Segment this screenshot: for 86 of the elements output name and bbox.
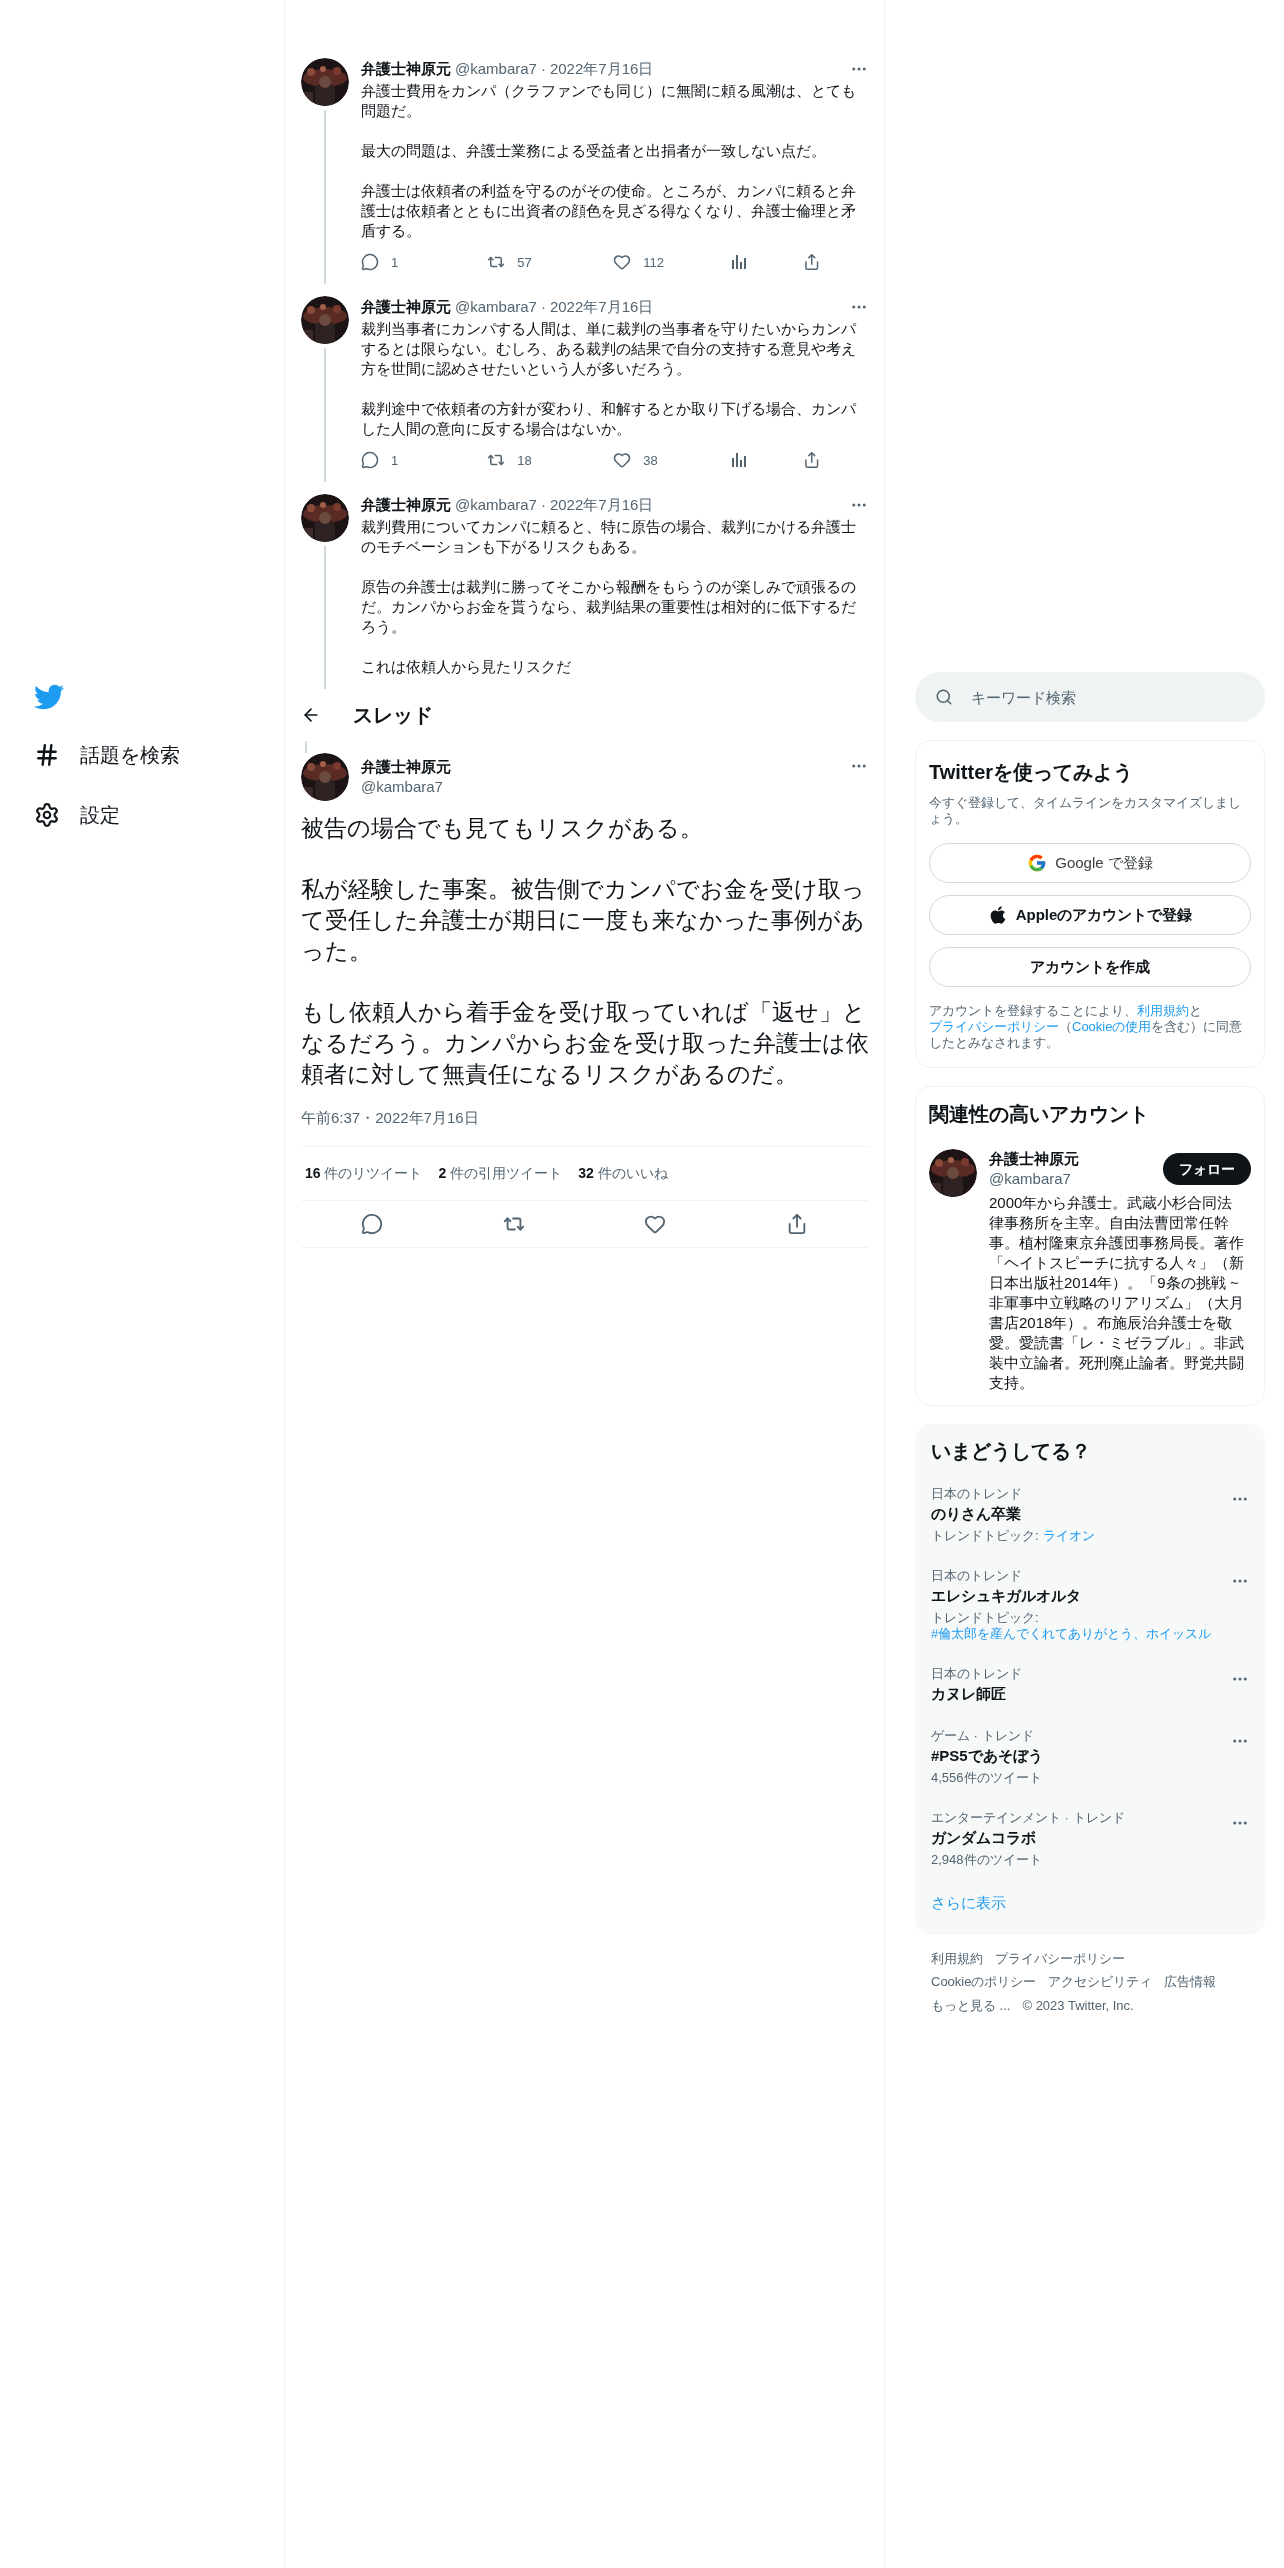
trend-topic-label: トレンドトピック: — [931, 1528, 1039, 1544]
footer-link[interactable]: Cookieのポリシー — [931, 1972, 1037, 1992]
footer-link[interactable]: プライバシーポリシー — [995, 1948, 1125, 1968]
reply-icon[interactable] — [360, 1212, 383, 1235]
footer-link[interactable]: 利用規約 — [931, 1948, 983, 1968]
settings-icon[interactable] — [34, 802, 60, 828]
trend-context: 日本のトレンド — [931, 1486, 1023, 1502]
tweet-date[interactable]: 2022年7月16日 — [549, 494, 654, 517]
card-title: いまどうしてる？ — [930, 1439, 1092, 1464]
author-handle[interactable]: @kambara7 — [455, 296, 537, 319]
hashtag-icon[interactable] — [34, 742, 60, 768]
like-count: 38 — [643, 451, 658, 470]
chart-icon[interactable] — [729, 253, 748, 272]
retweet-count: 18 — [517, 451, 532, 470]
tweet-text: 弁護士は依頼者の利益を守るのがその使命。ところが、カンパに頼ると弁護士は依頼者とともに出資者の顔色を見ざる得なくなり、弁護士倫理と矛盾する。 — [361, 180, 857, 241]
legal-notice: アカウントを登録することにより、利用規約 と プライバシーポリシー（Cookieの使用を含む）に同意したとみなされます。 — [929, 1003, 1244, 1051]
tweet-text: 弁護士費用をカンパ（クラファンでも同じ）に無闇に頼る風潮は、とても問題だ。 — [361, 80, 857, 121]
account-handle[interactable]: @kambara7 — [989, 1169, 1079, 1189]
tweet-text: 裁判途中で依頼者の方針が変わり、和解するとか取り下げる場合、カンパした人間の意向に反する場合はないか。 — [361, 398, 857, 439]
like-count: 112 — [643, 253, 665, 272]
account-name[interactable]: 弁護士神原元 — [989, 1149, 1079, 1169]
tweet-text: 私が経験した事案。被告側でカンパでお金を受け取って受任した弁護士が期日に一度も来なかった事例があった。 — [301, 874, 866, 966]
reply-icon[interactable] — [361, 253, 379, 272]
share-icon[interactable] — [802, 253, 820, 272]
tweet-text: これは依頼人から見たリスクだ — [361, 656, 572, 677]
nav-item[interactable]: 設定 — [80, 800, 120, 830]
tweet-date[interactable]: 2022年7月16日 — [549, 296, 654, 319]
tweet-text: 原告の弁護士は裁判に勝ってそこから報酬をもらうのが楽しみで頑張るのだ。カンパからお金を貰うなら、裁判結果の重要性は相対的に低下するだろう。 — [361, 576, 857, 637]
google-icon — [1027, 853, 1048, 873]
author-handle[interactable]: @kambara7 — [361, 776, 451, 797]
separator-dot: · — [540, 495, 546, 515]
author-name[interactable]: 弁護士神原元 — [361, 296, 451, 319]
card-title: Twitterを使ってみよう — [929, 760, 1135, 785]
author-handle[interactable]: @kambara7 — [455, 58, 537, 81]
trend-name[interactable]: のりさん卒業 — [931, 1504, 1231, 1524]
chart-icon[interactable] — [729, 451, 748, 470]
author-name[interactable]: 弁護士神原元 — [361, 494, 451, 517]
account-bio: 2000年から弁護士。武蔵小杉合同法律事務所を主宰。自由法曹団常任幹事。植村隆東京弁護団事務局長。著作「ヘイトスピーチに抗する人々」（新日本出版社2014年）。「9条の挑戦 ~非軍事中立戦略のリアリズム」（大月書店2018年）。布施辰治弁護士を敬愛。愛読書「レ・ミゼラブル」。非武装中立論者。死刑廃止論者。野党共闘支持。 — [989, 1193, 1245, 1393]
trend-context: 日本のトレンド — [931, 1666, 1023, 1682]
trend-name[interactable]: ガンダムコラボ — [931, 1828, 1231, 1848]
author-handle[interactable]: @kambara7 — [455, 494, 537, 517]
tweet-timestamp[interactable]: 午前6:37・2022年7月16日 — [301, 1108, 479, 1126]
trend-name[interactable]: エレシュキガルオルタ — [931, 1586, 1231, 1606]
author-name[interactable]: 弁護士神原元 — [361, 58, 451, 81]
reply-count: 1 — [391, 253, 399, 272]
tweet-count: 4,556件のツイート — [931, 1770, 1043, 1786]
follow-button[interactable]: フォロー — [1163, 1153, 1251, 1185]
signup-button[interactable]: Google で登録 — [929, 843, 1251, 883]
footer-link[interactable]: 広告情報 — [1164, 1972, 1217, 1992]
share-icon[interactable] — [802, 451, 820, 470]
tweet-text: 最大の問題は、弁護士業務による受益者と出捐者が一致しない点だ。 — [361, 140, 827, 161]
signup-button[interactable]: アカウントを作成 — [929, 947, 1251, 987]
like-icon[interactable] — [613, 451, 632, 470]
trend-context: 日本のトレンド — [931, 1568, 1023, 1584]
separator-dot: · — [540, 59, 546, 79]
trend-topic-label: トレンドトピック: — [931, 1610, 1039, 1626]
card-title: 関連性の高いアカウント — [929, 1102, 1150, 1127]
copyright: © 2023 Twitter, Inc. — [1022, 1996, 1134, 2015]
reply-icon[interactable] — [361, 451, 379, 470]
trend-name[interactable]: #PS5であそぼう — [931, 1746, 1231, 1766]
engagement-stat[interactable]: 16 件のリツイート — [305, 1162, 423, 1184]
like-icon[interactable] — [613, 253, 632, 272]
card-subtitle: 今すぐ登録して、タイムラインをカスタマイズしましょう。 — [929, 795, 1242, 827]
separator-dot: · — [540, 297, 546, 317]
reply-count: 1 — [391, 451, 399, 470]
search-field[interactable]: キーワード検索 — [915, 672, 1265, 722]
footer-link[interactable]: もっと見る ... — [931, 1995, 1011, 2015]
engagement-stat[interactable]: 32 件のいいね — [578, 1162, 668, 1184]
footer-link[interactable]: アクセシビリティ — [1048, 1972, 1153, 1992]
tweet-text: もし依頼人から着手金を受け取っていれば「返せ」となるだろう。カンパからお金を受け取った弁護士は依頼者に対して無責任になるリスクがあるのだ。 — [301, 997, 870, 1089]
nav-item[interactable]: 話題を検索 — [80, 740, 180, 770]
tweet-text: 裁判費用についてカンパに頼ると、特に原告の場合、裁判にかける弁護士のモチベーションも下がるリスクもある。 — [361, 516, 857, 557]
trend-context: エンターテインメント · トレンド — [931, 1810, 1126, 1826]
signup-button[interactable]: Appleのアカウントで登録 — [929, 895, 1251, 935]
search-icon — [935, 688, 953, 706]
bird-logo-icon[interactable] — [34, 682, 64, 712]
tweet-count: 2,948件のツイート — [931, 1852, 1043, 1868]
trend-name[interactable]: カヌレ師匠 — [931, 1684, 1231, 1704]
tweet-text: 被告の場合でも見てもリスクがある。 — [301, 813, 704, 843]
trend-context: ゲーム · トレンド — [931, 1728, 1035, 1744]
retweet-count: 57 — [517, 253, 532, 272]
tweet-text: 裁判当事者にカンパする人間は、単に裁判の当事者を守りたいからカンパするとは限らない。むしろ、ある裁判の結果で自分の支持する意見や考え方を世間に認めさせたいという人が多いだろう。 — [361, 318, 857, 379]
author-name[interactable]: 弁護士神原元 — [361, 756, 451, 777]
tweet-date[interactable]: 2022年7月16日 — [549, 58, 654, 81]
engagement-stat[interactable]: 2 件の引用ツイート — [438, 1162, 563, 1184]
page-title: スレッド — [353, 702, 433, 728]
